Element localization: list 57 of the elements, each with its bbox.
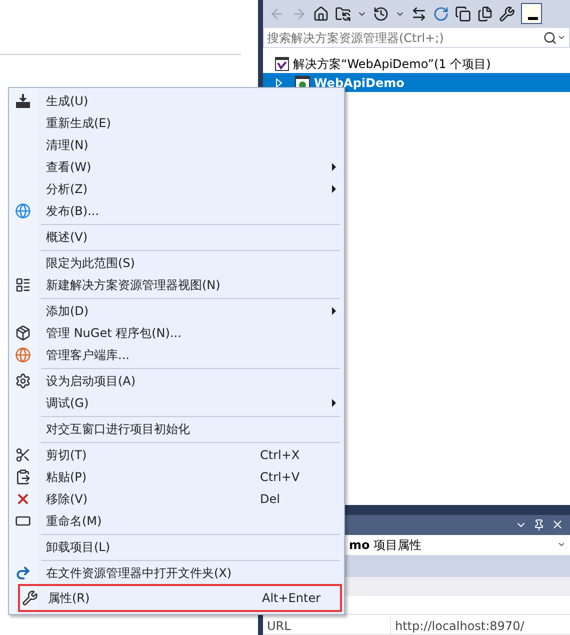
- refresh-icon[interactable]: [433, 6, 449, 22]
- globe-icon: [15, 347, 31, 363]
- menu-item[interactable]: 限定为此范围(S): [9, 252, 344, 274]
- menu-item[interactable]: 管理客户端库...: [9, 344, 344, 366]
- menu-item[interactable]: 添加(D): [9, 300, 344, 322]
- submenu-arrow-icon: [332, 163, 336, 171]
- menu-item[interactable]: 卸载项目(L): [9, 536, 344, 558]
- menu-item[interactable]: 在文件资源管理器中打开文件夹(X): [9, 562, 344, 584]
- menu-item[interactable]: 查看(W): [9, 156, 344, 178]
- wrench-icon[interactable]: [499, 6, 515, 22]
- close-icon: [15, 491, 31, 507]
- menu-item[interactable]: 属性(R) Alt+Enter: [18, 584, 342, 612]
- scissors-icon: [15, 447, 31, 463]
- menu-item[interactable]: 剪切(T) Ctrl+X: [9, 444, 344, 466]
- menu-item[interactable]: 管理 NuGet 程序包(N)...: [9, 322, 344, 344]
- menu-item[interactable]: 重命名(M): [9, 510, 344, 532]
- menu-item[interactable]: 发布(B)...: [9, 200, 344, 222]
- property-value: http://localhost:8970/: [394, 618, 524, 634]
- search-field[interactable]: 搜索解决方案资源管理器(Ctrl+;): [263, 27, 570, 48]
- dropdown-icon[interactable]: [557, 33, 566, 42]
- menu-item[interactable]: 对交互窗口进行项目初始化: [9, 418, 344, 440]
- gear-icon: [15, 373, 31, 389]
- property-name: URL: [263, 617, 391, 634]
- preview-button[interactable]: [521, 3, 542, 24]
- menu-item[interactable]: 粘贴(P) Ctrl+V: [9, 466, 344, 488]
- submenu-arrow-icon: [332, 307, 336, 315]
- menu-item[interactable]: 分析(Z): [9, 178, 344, 200]
- globe-icon: [15, 203, 31, 219]
- clipboard-icon: [15, 469, 31, 485]
- wrench-icon: [22, 590, 38, 606]
- tree-item[interactable]: WebApiDemo: [263, 73, 570, 92]
- history-icon[interactable]: [373, 6, 389, 22]
- menu-item[interactable]: 生成(U): [9, 90, 344, 112]
- tree-item[interactable]: 解决方案“WebApiDemo”(1 个项目): [263, 54, 570, 73]
- menu-item[interactable]: 调试(G): [9, 392, 344, 414]
- expander-icon[interactable]: [275, 78, 283, 88]
- pin-icon[interactable]: [533, 518, 545, 531]
- properties-title: mo 项目属性: [348, 536, 422, 554]
- home-icon[interactable]: [313, 6, 329, 22]
- solution-icon: [275, 56, 289, 70]
- menu-item[interactable]: 概述(V): [9, 226, 344, 248]
- menu-item[interactable]: 移除(V) Del: [9, 488, 344, 510]
- package-icon: [15, 325, 31, 341]
- submenu-arrow-icon: [332, 185, 336, 193]
- menu-item[interactable]: 设为启动项目(A): [9, 370, 344, 392]
- menu-item[interactable]: 清理(N): [9, 134, 344, 156]
- menu-item[interactable]: 重新生成(E): [9, 112, 344, 134]
- submenu-arrow-icon: [332, 399, 336, 407]
- redo-arrow-icon: [15, 565, 31, 581]
- files-icon[interactable]: [477, 6, 493, 22]
- folder-sync-icon[interactable]: [335, 6, 351, 22]
- close-icon[interactable]: [551, 518, 564, 532]
- search-icon[interactable]: [543, 30, 557, 44]
- sync-arrows-icon[interactable]: [411, 6, 427, 22]
- list-view-icon: [15, 277, 31, 293]
- menu-item[interactable]: 新建解决方案资源管理器视图(N): [9, 274, 344, 296]
- build-icon: [15, 93, 31, 109]
